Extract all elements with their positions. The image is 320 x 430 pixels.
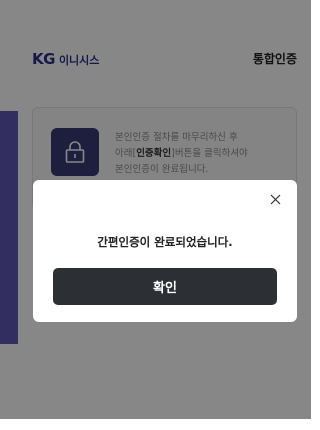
close-icon xyxy=(270,194,280,204)
close-button[interactable] xyxy=(267,191,283,207)
completion-dialog: 간편인증이 완료되었습니다. 확인 xyxy=(33,180,297,322)
confirm-button[interactable]: 확인 xyxy=(53,268,277,305)
dialog-message: 간편인증이 완료되었습니다. xyxy=(97,235,233,249)
